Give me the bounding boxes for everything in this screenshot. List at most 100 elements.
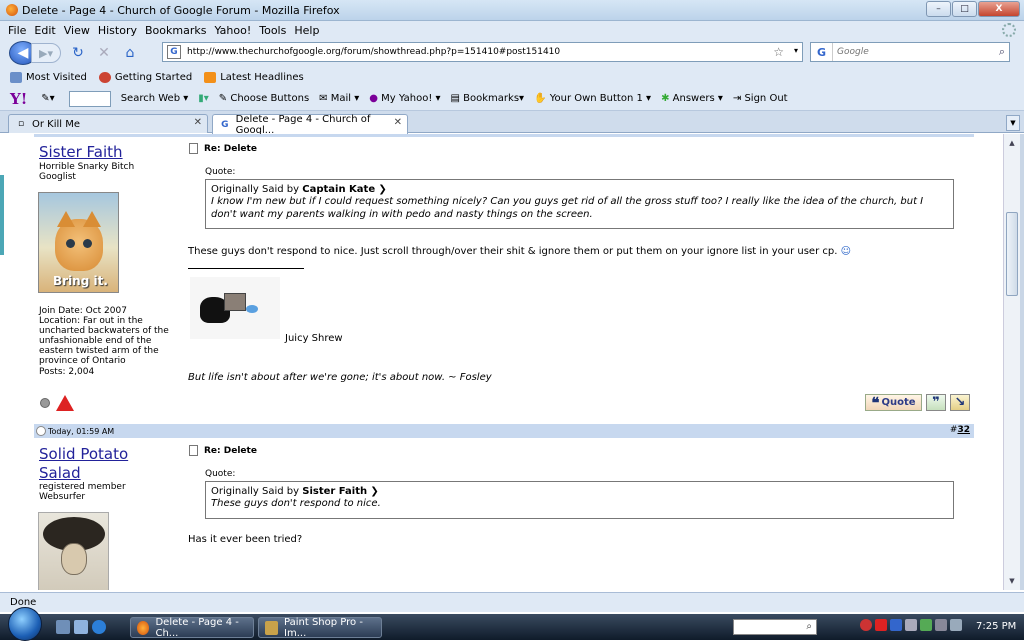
yahoo-search-web[interactable]: Search Web ▾	[121, 93, 189, 104]
pencil-icon[interactable]: ✎▾	[41, 93, 54, 104]
post2-timestamp: Today, 01:59 AM	[48, 426, 115, 436]
post2-title: Re: Delete	[189, 445, 257, 456]
post1-quote-author[interactable]: Captain Kate	[302, 184, 375, 195]
yahoo-my-yahoo[interactable]: ● My Yahoo! ▾	[369, 93, 440, 104]
show-desktop-icon[interactable]	[56, 620, 70, 634]
post2-number[interactable]: 32	[957, 425, 970, 435]
bookmark-star-icon[interactable]: ☆	[773, 45, 784, 59]
yahoo-search-input[interactable]	[68, 90, 111, 107]
url-dropdown-icon[interactable]: ▾	[794, 46, 798, 55]
tray-display-icon[interactable]	[905, 619, 917, 631]
tray-network-icon[interactable]	[890, 619, 902, 631]
tab-close-icon[interactable]: ✕	[194, 117, 202, 128]
bookmark-folder-icon	[10, 71, 22, 83]
menu-help[interactable]: Help	[294, 24, 319, 37]
taskbar-clock[interactable]: 7:25 PM	[976, 621, 1016, 632]
multi-quote-icon[interactable]: ❞	[926, 394, 946, 411]
menu-view[interactable]: View	[64, 24, 90, 37]
forward-button[interactable]: ▶▾	[31, 43, 61, 63]
yahoo-logo[interactable]: Y!	[10, 90, 27, 108]
shrew-fish	[246, 305, 258, 313]
bookmark-most-visited[interactable]: Most Visited	[10, 71, 87, 83]
window-right-edge	[1020, 134, 1024, 590]
search-icon[interactable]: ⌕	[999, 45, 1005, 59]
quick-reply-icon[interactable]: ↘	[950, 394, 970, 411]
tab-delete-page-4[interactable]: G Delete - Page 4 - Church of Googl... ✕	[212, 114, 408, 136]
post2-quote-author[interactable]: Sister Faith	[302, 486, 367, 497]
search-icon[interactable]: ⌕	[806, 621, 812, 632]
yahoo-answers[interactable]: ✱ Answers ▾	[661, 93, 723, 104]
tray-app-icon[interactable]	[860, 619, 872, 631]
kitten-ear-left	[57, 211, 75, 227]
yahoo-bookmarks[interactable]: ▤ Bookmarks ▾	[451, 93, 525, 104]
post2-username-line1[interactable]: Solid Potato	[39, 445, 128, 463]
taskbar-firefox-label: Delete - Page 4 - Ch...	[155, 616, 239, 639]
tab-close-icon[interactable]: ✕	[394, 117, 402, 128]
url-input[interactable]	[187, 47, 747, 57]
quick-launch	[56, 620, 106, 634]
yahoo-sign-out[interactable]: ⇥ Sign Out	[733, 93, 788, 104]
scroll-up-icon[interactable]: ▲	[1006, 136, 1018, 150]
bookmark-latest-headlines[interactable]: Latest Headlines	[204, 71, 304, 83]
post1-quote-text: I know I'm new but if I could request so…	[211, 196, 924, 220]
search-engine-icon[interactable]: G	[811, 43, 833, 61]
search-input[interactable]	[833, 47, 983, 57]
shield-icon[interactable]: ▮▾	[198, 93, 209, 104]
switch-windows-icon[interactable]	[74, 620, 88, 634]
post1-location-line: Location: Far out in the	[39, 316, 143, 326]
rss-icon	[204, 71, 217, 83]
tray-update-icon[interactable]	[920, 619, 932, 631]
post1-title: Re: Delete	[189, 143, 257, 154]
post1-footer-icons	[40, 395, 74, 411]
page-content: Sister Faith Horrible Snarky Bitch Googl…	[0, 134, 1003, 590]
menu-history[interactable]: History	[98, 24, 137, 37]
avatar-caption: Bring it.	[53, 274, 108, 288]
menu-file[interactable]: File	[8, 24, 26, 37]
menu-bookmarks[interactable]: Bookmarks	[145, 24, 206, 37]
post2-username-line2[interactable]: Salad	[39, 464, 81, 482]
tray-battery-icon[interactable]	[935, 619, 947, 631]
view-post-arrow-icon[interactable]: ❯	[378, 184, 386, 195]
menu-edit[interactable]: Edit	[34, 24, 55, 37]
sign-out-label: Sign Out	[744, 93, 788, 104]
quote-by-prefix: Originally Said by	[211, 184, 300, 195]
scroll-down-icon[interactable]: ▼	[1006, 574, 1018, 588]
yahoo-mail[interactable]: ✉ Mail ▾	[319, 93, 359, 104]
post2-permalink[interactable]: #32	[950, 425, 970, 435]
internet-explorer-icon[interactable]	[92, 620, 106, 634]
post1-body-text: These guys don't respond to nice. Just s…	[188, 246, 838, 257]
taskbar-firefox-button[interactable]: Delete - Page 4 - Ch...	[130, 616, 254, 639]
vertical-scrollbar[interactable]: ▲ ▼	[1003, 134, 1020, 590]
report-post-icon[interactable]	[56, 395, 74, 411]
yahoo-choose-buttons[interactable]: ✎ Choose Buttons	[219, 93, 309, 104]
quote-button[interactable]: ❝ Quote	[865, 394, 922, 412]
taskbar-paintshop-button[interactable]: Paint Shop Pro - Im...	[258, 617, 382, 639]
search-bar[interactable]: G ⌕	[810, 42, 1010, 62]
scrollbar-thumb[interactable]	[1006, 212, 1018, 296]
url-bar[interactable]: G ☆ ▾	[162, 42, 803, 62]
home-icon[interactable]: ⌂	[121, 44, 139, 62]
tray-volume-icon[interactable]	[950, 619, 962, 631]
signature-quote: But life isn't about after we're gone; i…	[188, 372, 492, 383]
reload-icon[interactable]: ↻	[69, 44, 87, 62]
tab-list-dropdown-icon[interactable]: ▼	[1006, 115, 1020, 131]
menu-tools[interactable]: Tools	[259, 24, 286, 37]
post1-body: These guys don't respond to nice. Just s…	[188, 246, 851, 257]
post1-username[interactable]: Sister Faith	[39, 143, 123, 161]
tray-antivirus-icon[interactable]	[875, 619, 887, 631]
menu-yahoo[interactable]: Yahoo!	[214, 24, 251, 37]
stop-icon[interactable]: ✕	[95, 44, 113, 62]
post2-title-text: Re: Delete	[204, 445, 257, 456]
bookmarks-toolbar: Most Visited Getting Started Latest Head…	[0, 67, 1024, 87]
bookmark-getting-started[interactable]: Getting Started	[98, 71, 192, 83]
post1-user-title: Horrible Snarky Bitch	[39, 162, 135, 172]
taskbar-search-input[interactable]: ⌕	[733, 619, 817, 635]
minimize-button[interactable]: –	[926, 1, 951, 17]
tab-or-kill-me[interactable]: ▫ Or Kill Me ✕	[8, 114, 208, 133]
system-tray	[860, 619, 962, 631]
start-button[interactable]	[8, 607, 42, 641]
view-post-arrow-icon[interactable]: ❯	[370, 486, 378, 497]
close-button[interactable]: X	[978, 1, 1020, 17]
yahoo-own-button[interactable]: ✋ Your Own Button 1 ▾	[534, 93, 651, 104]
maximize-button[interactable]: □	[952, 1, 977, 17]
